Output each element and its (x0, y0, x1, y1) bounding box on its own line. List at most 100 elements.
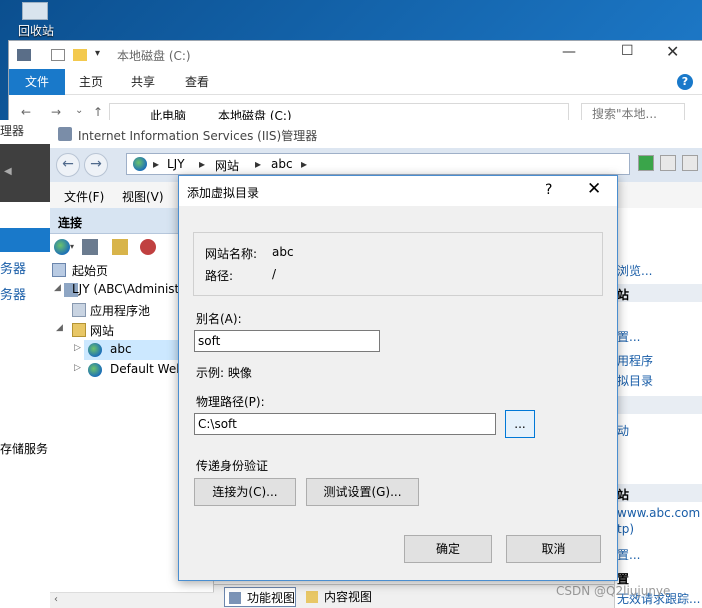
action-link[interactable]: 拟目录 (617, 372, 653, 389)
forward-arrow-icon[interactable]: → (51, 105, 61, 119)
tab-label: 内容视图 (324, 590, 373, 604)
forward-button[interactable]: → (84, 153, 108, 177)
alias-input[interactable]: soft (194, 330, 380, 352)
properties-icon[interactable] (51, 49, 65, 61)
stub-item[interactable]: 务器 (0, 284, 26, 303)
back-button[interactable]: ← (56, 153, 80, 177)
actions-section-band (615, 396, 702, 414)
alias-label: 别名(A): (196, 312, 242, 326)
connect-icon[interactable] (54, 239, 70, 255)
test-settings-button[interactable]: 测试设置(G)... (306, 478, 419, 506)
stub-arrow-icon: ◀ (4, 166, 12, 177)
dialog-close-button[interactable]: ✕ (587, 179, 601, 199)
iis-app-icon (58, 127, 72, 141)
ribbon-tab-home[interactable]: 主页 (79, 69, 103, 95)
refresh-icon[interactable] (638, 155, 654, 171)
sites-folder-icon (72, 323, 86, 337)
stub-item[interactable]: 存储服务 (0, 440, 48, 457)
connections-title: 连接 (58, 216, 83, 230)
tree-label: 起始页 (72, 264, 109, 278)
stub-title: 理器 (0, 124, 25, 138)
stub-item[interactable]: 务器 (0, 258, 26, 277)
action-link[interactable]: 动 (617, 422, 629, 439)
tree-label: abc (110, 342, 132, 356)
breadcrumb-separator: ▸ (301, 157, 308, 171)
physical-path-input[interactable]: C:\soft (194, 413, 496, 435)
stop-icon[interactable] (660, 155, 676, 171)
save-icon[interactable] (82, 239, 98, 255)
expand-chevron-icon[interactable]: ▷ (74, 363, 81, 373)
action-link[interactable]: 用程序 (617, 352, 653, 369)
explorer-maximize-button[interactable]: ☐ (621, 43, 634, 59)
path-value: / (272, 267, 277, 281)
recycle-bin-label[interactable]: 回收站 (18, 22, 54, 39)
explorer-ribbon: 文件 主页 共享 查看 ? (9, 69, 702, 95)
disconnect-icon[interactable] (140, 239, 156, 255)
start-page-icon (52, 263, 66, 277)
new-folder-icon[interactable] (73, 49, 87, 61)
action-link[interactable]: 浏览... (617, 262, 652, 279)
customize-toolbar-chevron-icon[interactable]: ▾ (95, 48, 100, 59)
scroll-left-icon[interactable]: ‹ (54, 594, 58, 605)
tree-label: Default Web (110, 362, 184, 376)
physical-path-label: 物理路径(P): (196, 395, 265, 409)
actions-panel: 浏览... 站 置... 用程序 拟目录 动 站 www.abc.com on … (614, 208, 702, 608)
features-view-icon (229, 592, 241, 604)
explorer-app-icon (17, 49, 31, 61)
back-arrow-icon[interactable]: ← (21, 105, 31, 119)
collapse-chevron-icon[interactable]: ◢ (54, 283, 61, 293)
watermark: CSDN @Q2liujunye (556, 584, 671, 598)
expand-chevron-icon[interactable]: ▷ (74, 343, 81, 353)
server-manager-stub: 理器 ◀ 务器 务器 存储服务 (0, 120, 50, 608)
connections-horizontal-scrollbar[interactable]: ‹ (50, 592, 214, 608)
home-icon[interactable] (682, 155, 698, 171)
content-view-icon (306, 591, 318, 603)
dialog-help-button[interactable]: ? (545, 182, 552, 198)
up-arrow-icon[interactable]: ↑ (93, 105, 103, 119)
site-name-value: abc (272, 245, 294, 259)
file-explorer-window: ▾ 本地磁盘 (C:) — ☐ ✕ 文件 主页 共享 查看 ? ← → ⌄ ↑ … (8, 40, 702, 131)
path-label: 路径: (205, 269, 234, 283)
iis-address-bar[interactable]: ▸ LJY ▸ 网站 ▸ abc ▸ (126, 153, 630, 175)
globe-icon (88, 363, 102, 377)
tree-label: 网站 (90, 324, 115, 338)
tab-features-view[interactable]: 功能视图 (224, 587, 297, 607)
dropdown-chevron-icon[interactable]: ▾ (70, 242, 74, 251)
action-link[interactable]: www.abc.com on (617, 506, 702, 520)
iis-title: Internet Information Services (IIS)管理器 (78, 129, 318, 143)
explorer-close-button[interactable]: ✕ (666, 42, 679, 61)
ribbon-tab-view[interactable]: 查看 (185, 69, 209, 95)
explorer-minimize-button[interactable]: — (562, 44, 576, 60)
breadcrumb-separator: ▸ (255, 157, 262, 171)
ribbon-tab-file[interactable]: 文件 (9, 69, 65, 95)
collapse-chevron-icon[interactable]: ◢ (56, 323, 63, 333)
action-link[interactable]: tp) (617, 522, 634, 536)
site-info-box: 网站名称: abc 路径: / (193, 232, 603, 296)
breadcrumb-item[interactable]: 网站 (215, 157, 239, 174)
breadcrumb-item[interactable]: abc (271, 157, 293, 171)
recent-chevron-icon[interactable]: ⌄ (75, 105, 83, 116)
tab-content-view[interactable]: 内容视图 (302, 587, 372, 607)
breadcrumb-item[interactable]: LJY (167, 157, 185, 171)
up-level-icon[interactable] (112, 239, 128, 255)
tree-label: LJY (ABC\Administ (72, 282, 180, 296)
help-icon[interactable]: ? (677, 74, 693, 90)
ok-button[interactable]: 确定 (404, 535, 492, 563)
view-tabs-footer: 功能视图 内容视图 (214, 584, 614, 608)
browse-button[interactable]: ... (505, 410, 535, 438)
menu-view[interactable]: 视图(V) (122, 188, 164, 205)
stub-selected-item[interactable] (0, 228, 50, 252)
connect-as-button[interactable]: 连接为(C)... (194, 478, 296, 506)
recycle-bin-icon[interactable] (22, 2, 48, 20)
site-name-label: 网站名称: (205, 247, 258, 261)
actions-section-header: 站 (617, 288, 630, 302)
globe-icon (133, 157, 147, 171)
action-link[interactable]: 置... (617, 328, 640, 345)
cancel-button[interactable]: 取消 (506, 535, 601, 563)
action-link[interactable]: 置... (617, 546, 640, 563)
breadcrumb-separator: ▸ (153, 157, 160, 171)
add-virtual-directory-dialog: 添加虚拟目录 ? ✕ 网站名称: abc 路径: / 别名(A): soft 示… (178, 175, 618, 581)
menu-file[interactable]: 文件(F) (64, 188, 104, 205)
explorer-title: 本地磁盘 (C:) (117, 49, 191, 63)
ribbon-tab-share[interactable]: 共享 (131, 69, 155, 95)
